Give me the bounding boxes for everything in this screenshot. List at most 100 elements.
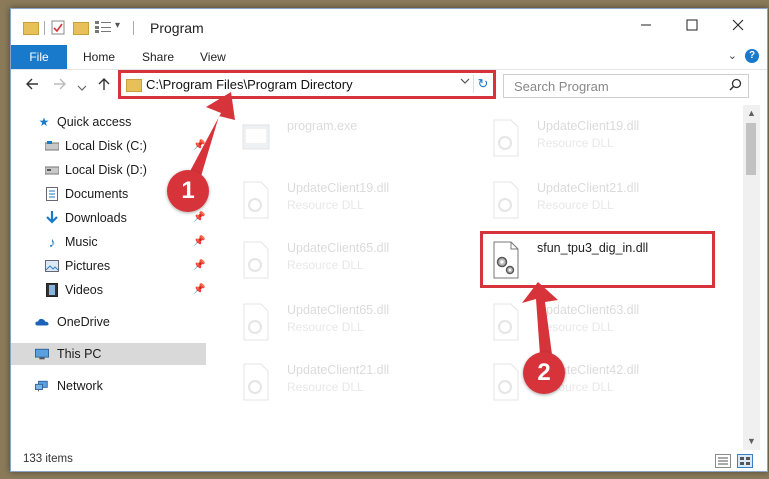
view-list-icon[interactable] <box>95 21 111 37</box>
file-type: Resource DLL <box>287 320 364 334</box>
sidebar-item-local-disk-c[interactable]: Local Disk (C:) 📌 <box>11 135 206 157</box>
drive-icon <box>45 164 59 176</box>
pin-icon[interactable]: 📌 <box>193 255 205 277</box>
sidebar-item-label: This PC <box>57 347 102 361</box>
title-bar: ▾ Program <box>11 9 767 45</box>
file-item-dll[interactable]: UpdateClient65.dll Resource DLL <box>241 299 471 351</box>
new-folder-icon[interactable] <box>73 22 89 35</box>
customize-toolbar-dropdown-icon[interactable]: ▾ <box>115 20 120 36</box>
file-name: UpdateClient63.dll <box>537 303 640 317</box>
pin-icon[interactable]: 📌 <box>193 135 205 157</box>
sidebar-item-this-pc[interactable]: This PC <box>11 343 206 365</box>
pin-icon[interactable]: 📌 <box>193 231 205 253</box>
search-icon[interactable] <box>729 78 742 94</box>
callout-step-2: 2 <box>523 352 565 394</box>
explorer-window: ▾ Program File Home Share View ⌄ ? C:\Pr… <box>10 8 768 472</box>
expand-ribbon-chevron-icon[interactable]: ⌄ <box>728 49 737 62</box>
file-highlight-box <box>480 231 715 288</box>
file-name: UpdateClient65.dll <box>287 241 390 255</box>
search-input[interactable] <box>512 77 716 95</box>
recent-locations-chevron-icon[interactable] <box>77 79 87 96</box>
file-type: Resource DLL <box>537 136 614 150</box>
dll-icon <box>243 303 269 341</box>
exe-icon <box>242 124 270 150</box>
scrollbar-thumb[interactable] <box>746 123 756 175</box>
dll-icon <box>243 363 269 401</box>
file-item-dll[interactable]: UpdateClient21.dll Resource DLL <box>241 359 471 411</box>
window-title: Program <box>150 20 204 36</box>
file-type: Resource DLL <box>287 198 364 212</box>
documents-icon <box>45 187 59 201</box>
tab-file[interactable]: File <box>11 45 67 69</box>
up-button[interactable] <box>97 77 111 95</box>
file-item-dll[interactable]: UpdateClient21.dll Resource DLL <box>491 177 721 229</box>
cloud-icon <box>35 316 49 328</box>
sidebar-item-label: Local Disk (C:) <box>65 139 147 153</box>
sidebar-item-videos[interactable]: Videos 📌 <box>11 279 206 301</box>
divider <box>44 21 45 35</box>
sidebar-item-label: Downloads <box>65 211 127 225</box>
sidebar-item-quick-access[interactable]: ★ Quick access <box>11 111 206 133</box>
details-view-icon[interactable] <box>715 454 731 468</box>
music-note-icon: ♪ <box>48 234 56 250</box>
folder-icon[interactable] <box>23 22 39 35</box>
sidebar-item-label: Pictures <box>65 259 111 273</box>
file-name: UpdateClient19.dll <box>287 181 390 195</box>
sidebar-item-downloads[interactable]: Downloads 📌 <box>11 207 206 229</box>
dll-icon <box>243 241 269 279</box>
sidebar-item-label: Network <box>57 379 103 393</box>
drive-icon <box>45 140 59 152</box>
dll-icon <box>493 119 519 157</box>
item-count: 133 items <box>23 453 73 465</box>
properties-checkmark-icon[interactable] <box>51 20 65 36</box>
navigation-pane: ★ Quick access Local Disk (C:) 📌 Local D… <box>11 105 206 450</box>
help-icon[interactable]: ? <box>745 49 759 63</box>
file-item-dll[interactable]: UpdateClient65.dll Resource DLL <box>241 237 471 289</box>
dll-icon <box>493 303 519 341</box>
ribbon-tabs: File Home Share View ⌄ ? <box>11 45 767 70</box>
sidebar-item-pictures[interactable]: Pictures 📌 <box>11 255 206 277</box>
navigation-bar: C:\Program Files\Program Directory ↻ <box>11 70 767 102</box>
close-button[interactable] <box>715 9 761 41</box>
dll-icon <box>493 181 519 219</box>
callout-step-1: 1 <box>167 170 209 212</box>
pin-icon[interactable]: 📌 <box>193 279 205 301</box>
sidebar-item-label: Videos <box>65 283 103 297</box>
forward-button[interactable] <box>53 77 67 95</box>
file-name: program.exe <box>287 119 358 133</box>
tab-share[interactable]: Share <box>142 45 174 69</box>
file-name: UpdateClient21.dll <box>287 363 390 377</box>
sidebar-item-label: Music <box>65 235 98 249</box>
dll-icon <box>493 363 519 401</box>
sidebar-item-label: Documents <box>65 187 129 201</box>
download-arrow-icon <box>45 211 59 224</box>
minimize-button[interactable] <box>623 9 669 41</box>
back-button[interactable] <box>25 77 39 95</box>
file-name: UpdateClient19.dll <box>537 119 640 133</box>
videos-icon <box>45 283 59 297</box>
dll-icon <box>243 181 269 219</box>
large-icons-view-icon[interactable] <box>737 454 753 468</box>
tab-view[interactable]: View <box>200 45 226 69</box>
file-item-dll[interactable]: UpdateClient63.dll Resource DLL <box>491 299 721 351</box>
file-type: Resource DLL <box>287 380 364 394</box>
search-box[interactable] <box>503 74 749 98</box>
sidebar-item-label: Local Disk (D:) <box>65 163 147 177</box>
network-icon <box>35 380 49 392</box>
sidebar-item-network[interactable]: Network <box>11 375 206 397</box>
maximize-button[interactable] <box>669 9 715 41</box>
file-type: Resource DLL <box>537 320 614 334</box>
sidebar-item-label: Quick access <box>57 115 132 129</box>
scroll-down-arrow-icon[interactable]: ▼ <box>743 433 760 450</box>
sidebar-item-music[interactable]: ♪ Music 📌 <box>11 231 206 253</box>
sidebar-item-onedrive[interactable]: OneDrive <box>11 311 206 333</box>
file-item-dll[interactable]: UpdateClient19.dll Resource DLL <box>241 177 471 229</box>
pictures-icon <box>45 260 59 272</box>
file-item-dll[interactable]: UpdateClient19.dll Resource DLL <box>491 115 721 167</box>
address-highlight-box <box>118 70 496 99</box>
scroll-up-arrow-icon[interactable]: ▲ <box>743 105 760 122</box>
vertical-scrollbar[interactable]: ▲ ▼ <box>743 105 760 450</box>
divider <box>133 21 134 35</box>
file-item-program-exe[interactable]: program.exe <box>241 115 471 167</box>
tab-home[interactable]: Home <box>83 45 115 69</box>
